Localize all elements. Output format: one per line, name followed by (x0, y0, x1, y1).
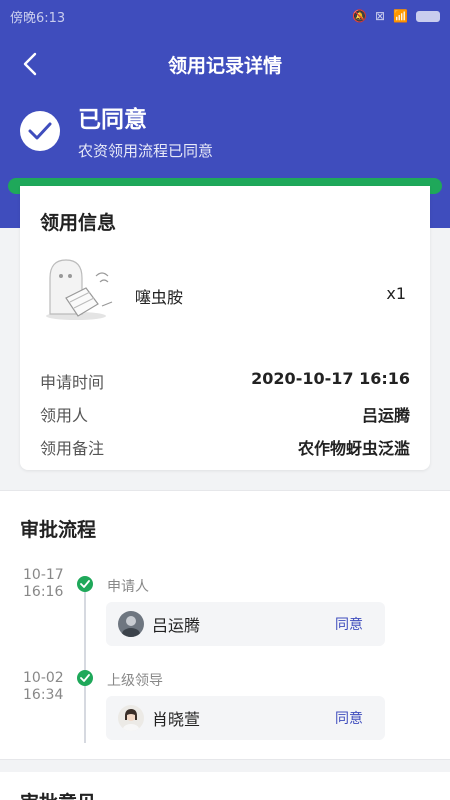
info-row-recipient: 领用人 吕运腾 (40, 402, 410, 426)
item-quantity: x1 (386, 284, 406, 303)
nav-bar: 领用记录详情 (0, 40, 450, 88)
approver-entry: 肖晓萱 同意 (106, 696, 385, 740)
timeline-role: 上级领导 (107, 673, 163, 689)
info-label: 领用备注 (40, 439, 105, 458)
check-dot-icon (77, 576, 93, 592)
chevron-left-icon (23, 52, 37, 76)
back-button[interactable] (14, 48, 46, 80)
approver-name: 肖晓萱 (152, 710, 201, 729)
info-row-apply-time: 申请时间 2020-10-17 16:16 (40, 369, 410, 393)
timeline-day: 10-17 (23, 567, 64, 583)
status-title: 已同意 (78, 107, 147, 133)
info-label: 领用人 (40, 406, 89, 425)
page-title: 领用记录详情 (167, 54, 282, 77)
status-bar: 傍晚6:13 🔕 ⊠ 📶 (0, 0, 450, 32)
wifi-icon: 📶 (393, 9, 408, 23)
check-dot-icon (77, 670, 93, 686)
timeline-date: 10-02 16:34 (23, 670, 64, 704)
info-label: 申请时间 (40, 373, 105, 392)
timeline-role: 申请人 (107, 579, 149, 595)
usage-info-title: 领用信息 (40, 212, 117, 234)
item-name: 噻虫胺 (135, 288, 184, 307)
info-value: 2020-10-17 16:16 (251, 369, 410, 388)
status-icons: 🔕 ⊠ 📶 (352, 9, 440, 23)
approval-process-card: 审批流程 10-17 16:16 申请人 吕运腾 同意 10-02 16:34 … (0, 490, 450, 760)
status-time: 傍晚6:13 (10, 10, 66, 26)
info-row-remark: 领用备注 农作物蚜虫泛滥 (40, 435, 410, 459)
timeline-time: 16:16 (23, 584, 64, 600)
sim-icon: ⊠ (374, 9, 386, 23)
approver-name: 吕运腾 (152, 616, 201, 635)
approver-entry: 吕运腾 同意 (106, 602, 385, 646)
timeline-date: 10-17 16:16 (23, 567, 64, 601)
timeline-time: 16:34 (23, 687, 64, 703)
timeline-day: 10-02 (23, 670, 64, 686)
avatar (118, 705, 144, 731)
item-placeholder-image (46, 259, 113, 320)
approval-status: 已同意 农资领用流程已同意 (20, 100, 213, 161)
approval-opinion-title: 审批意见 (20, 788, 96, 800)
battery-icon (416, 10, 440, 22)
approval-opinion-card: 审批意见 (0, 772, 450, 800)
info-value: 吕运腾 (361, 406, 410, 425)
info-value: 农作物蚜虫泛滥 (297, 439, 410, 458)
approval-result: 同意 (335, 711, 363, 727)
approval-process-title: 审批流程 (20, 519, 97, 541)
status-subtitle: 农资领用流程已同意 (78, 142, 214, 160)
check-circle-icon (20, 110, 60, 151)
usage-info-card: 领用信息 噻虫胺 x1 申请时间 2020-10-17 16:16 领用人 吕运… (20, 186, 430, 470)
approval-result: 同意 (335, 617, 363, 633)
timeline-line (84, 583, 86, 743)
mute-icon: 🔕 (352, 9, 367, 23)
avatar (118, 611, 144, 637)
